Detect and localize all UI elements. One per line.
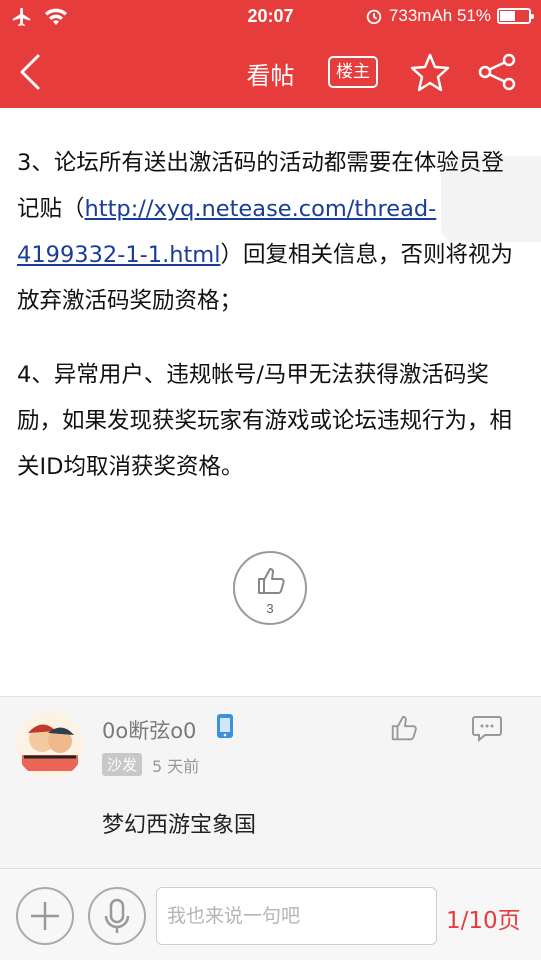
like-count: 3 — [266, 601, 274, 616]
plus-icon — [31, 902, 59, 930]
mobile-device-icon — [217, 714, 233, 738]
voice-input-button[interactable] — [88, 887, 146, 945]
share-icon — [478, 53, 516, 91]
bottom-bar: 1/10页 — [0, 868, 541, 960]
comment-username[interactable]: 0o断弦o0 — [102, 715, 196, 745]
page-title: 看帖 — [246, 62, 295, 90]
nav-bar: 看帖 楼主 — [0, 36, 541, 108]
avatar-image — [16, 711, 84, 779]
post-paragraph-4: 4、异常用户、违规帐号/马甲无法获得激活码奖励，如果发现获奖玩家有游戏或论坛违规… — [17, 362, 513, 480]
thumbs-up-icon — [258, 568, 285, 594]
favorite-button[interactable] — [409, 51, 451, 93]
alarm-icon — [366, 9, 382, 25]
status-right: 733mAh 51% — [365, 6, 534, 26]
post-like-button[interactable]: 3 — [233, 551, 307, 625]
post-content: 3、论坛所有送出激活码的活动都需要在体验员登记贴（http://xyq.nete… — [0, 108, 541, 696]
star-icon — [410, 53, 450, 92]
comment-time: 5 天前 — [152, 757, 200, 776]
only-owner-button[interactable]: 楼主 — [328, 56, 378, 88]
chat-bubble-icon — [472, 716, 502, 743]
share-button[interactable] — [476, 51, 518, 93]
comment-like-button[interactable] — [388, 713, 420, 747]
comment-item: 0o断弦o0 沙发 5 天前 梦幻西游宝象国 — [0, 696, 541, 868]
battery-icon — [497, 8, 534, 24]
floor-badge: 沙发 — [102, 753, 143, 776]
battery-text: 733mAh 51% — [388, 6, 491, 25]
page-indicator[interactable]: 1/10页 — [446, 901, 521, 935]
avatar[interactable] — [16, 711, 84, 779]
thumbs-up-icon — [391, 715, 417, 741]
battery-fill — [500, 11, 516, 21]
comment-reply-button[interactable] — [471, 713, 503, 747]
microphone-icon — [104, 898, 130, 933]
comment-input[interactable] — [156, 887, 437, 945]
add-attachment-button[interactable] — [16, 887, 74, 945]
comment-text: 梦幻西游宝象国 — [102, 813, 257, 838]
status-bar: 20:07 733mAh 51% — [0, 0, 541, 36]
post-paragraph-3: 3、论坛所有送出激活码的活动都需要在体验员登记贴（http://xyq.nete… — [17, 140, 517, 324]
